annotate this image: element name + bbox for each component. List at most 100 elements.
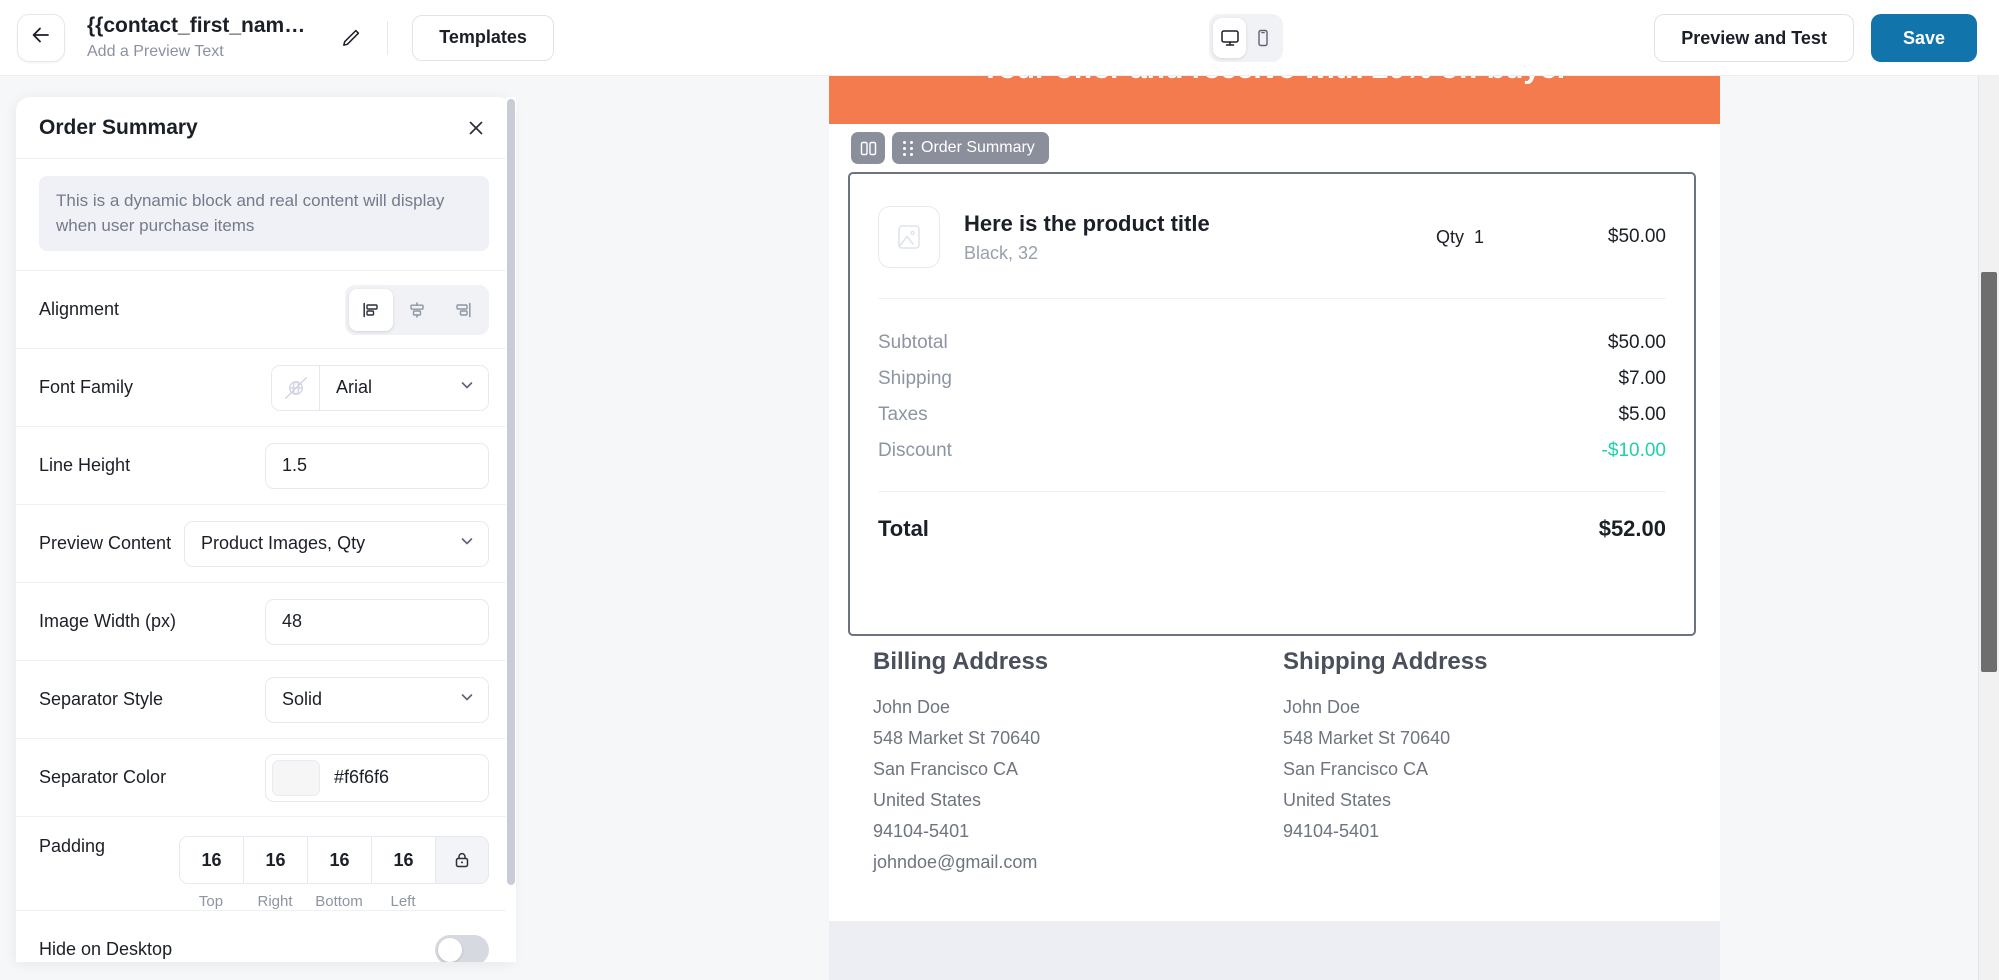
qty-label: Qty (1436, 226, 1465, 247)
page-title: {{contact_first_nam… (87, 13, 306, 37)
color-swatch[interactable] (272, 759, 320, 796)
alignment-label: Alignment (39, 299, 120, 320)
block-label-order-summary[interactable]: Order Summary (892, 132, 1049, 164)
padding-left-caption: Left (390, 893, 416, 911)
order-summary-card[interactable]: Here is the product title Black, 32 Qty … (848, 172, 1696, 636)
total-label: Subtotal (878, 332, 948, 353)
arrow-left-icon (29, 23, 53, 52)
separator-color-label: Separator Color (39, 767, 167, 788)
toolbar-divider (387, 20, 389, 55)
panel-header: Order Summary (16, 97, 512, 159)
total-value: $5.00 (1618, 404, 1666, 425)
padding-cell-right: 16 Right (243, 836, 307, 910)
font-family-value: Arial (336, 377, 373, 398)
grand-total-row: Total $52.00 (878, 492, 1666, 542)
padding-left-input[interactable]: 16 (371, 836, 435, 885)
align-right-icon[interactable] (441, 289, 485, 331)
setting-row-separator-color: Separator Color #f6f6f6 (16, 739, 512, 818)
line-height-input[interactable]: 1.5 (265, 442, 489, 489)
top-toolbar: {{contact_first_nam… Add a Preview Text … (0, 0, 1999, 76)
total-row-subtotal: Subtotal $50.00 (878, 325, 1666, 361)
total-label: Discount (878, 440, 952, 461)
mobile-icon[interactable] (1246, 18, 1279, 58)
setting-row-preview-content: Preview Content Product Images, Qty (16, 505, 512, 584)
email-footer-strip (829, 921, 1720, 980)
total-value: $50.00 (1607, 332, 1666, 353)
alignment-segmented-control (345, 284, 489, 335)
padding-cell-left: 16 Left (371, 836, 435, 910)
preview-content-select[interactable]: Product Images, Qty (184, 520, 489, 567)
shipping-line: 94104-5401 (1283, 820, 1380, 841)
drag-handle-icon[interactable] (903, 140, 913, 156)
billing-line: John Doe (873, 697, 951, 717)
padding-label: Padding (39, 836, 106, 857)
align-center-icon[interactable] (395, 289, 439, 331)
preview-text-placeholder[interactable]: Add a Preview Text (87, 41, 305, 63)
lock-icon[interactable] (435, 836, 489, 885)
shipping-address-column: Shipping Address John Doe 548 Market St … (1283, 648, 1693, 878)
close-icon[interactable] (463, 115, 489, 141)
image-width-input[interactable]: 48 (265, 598, 489, 645)
billing-line: 548 Market St 70640 (873, 727, 1041, 748)
panel-scrollbar-thumb[interactable] (507, 99, 515, 885)
hide-on-desktop-toggle[interactable] (435, 934, 489, 962)
hide-on-desktop-label: Hide on Desktop (39, 939, 173, 960)
billing-line: 94104-5401 (873, 820, 970, 841)
separator-color-control[interactable]: #f6f6f6 (265, 753, 489, 802)
device-preview-switch (1209, 14, 1283, 62)
padding-inputs-group: 16 Top 16 Right 16 Bottom 16 Left (179, 836, 489, 910)
line-height-label: Line Height (39, 455, 131, 476)
pencil-icon[interactable] (337, 24, 365, 52)
total-row-discount: Discount -$10.00 (878, 433, 1666, 469)
align-left-icon[interactable] (349, 288, 393, 331)
save-button[interactable]: Save (1870, 14, 1977, 62)
page-scrollbar-thumb[interactable] (1981, 272, 1997, 672)
product-title: Here is the product title (964, 210, 1210, 236)
separator-style-select[interactable]: Solid (265, 676, 489, 723)
setting-row-image-width: Image Width (px) 48 (16, 583, 512, 662)
shipping-line: 548 Market St 70640 (1283, 727, 1451, 748)
qty-value: 1 (1474, 226, 1485, 247)
globe-disabled-icon (271, 364, 319, 411)
shipping-line: San Francisco CA (1283, 758, 1429, 779)
billing-line: San Francisco CA (873, 758, 1019, 779)
email-banner[interactable]: Your offer and receive with 20% off buye… (829, 76, 1720, 124)
top-actions: Preview and Test Save (1654, 14, 1977, 62)
padding-right-input[interactable]: 16 (243, 836, 307, 885)
columns-icon[interactable] (851, 132, 885, 164)
billing-line: United States (873, 789, 982, 810)
chevron-down-icon (459, 533, 475, 554)
setting-row-alignment: Alignment (16, 271, 512, 350)
setting-row-line-height: Line Height 1.5 (16, 427, 512, 506)
totals-list: Subtotal $50.00 Shipping $7.00 Taxes $5.… (878, 299, 1666, 469)
block-toolbar: Order Summary (851, 132, 1049, 164)
total-row-taxes: Taxes $5.00 (878, 397, 1666, 433)
setting-row-padding: Padding 16 Top 16 Right 16 Bottom 16 Lef… (16, 817, 512, 912)
email-title-block: {{contact_first_nam… Add a Preview Text (87, 13, 305, 63)
grand-total-value: $52.00 (1598, 516, 1666, 541)
total-label: Taxes (878, 404, 928, 425)
preview-content-value: Product Images, Qty (201, 533, 366, 554)
separator-style-label: Separator Style (39, 689, 164, 710)
product-price: $50.00 (1607, 226, 1666, 247)
chevron-down-icon (459, 377, 475, 398)
separator-style-value: Solid (282, 689, 323, 710)
padding-right-caption: Right (257, 893, 293, 911)
setting-row-separator-style: Separator Style Solid (16, 661, 512, 740)
grand-total-label: Total (878, 516, 929, 541)
font-family-select[interactable]: Arial (319, 364, 489, 411)
product-qty: Qty 1 (1436, 227, 1556, 248)
padding-bottom-input[interactable]: 16 (307, 836, 371, 885)
desktop-icon[interactable] (1213, 18, 1246, 58)
preview-and-test-button[interactable]: Preview and Test (1654, 14, 1854, 62)
product-variant: Black, 32 (964, 243, 1039, 264)
block-label-text: Order Summary (921, 139, 1035, 156)
image-placeholder-icon (878, 206, 940, 268)
addresses-section: Billing Address John Doe 548 Market St 7… (873, 648, 1693, 878)
dynamic-block-notice: This is a dynamic block and real content… (39, 176, 489, 252)
templates-button[interactable]: Templates (412, 14, 554, 61)
padding-top-input[interactable]: 16 (179, 836, 243, 885)
separator-color-value: #f6f6f6 (334, 767, 390, 788)
back-button[interactable] (17, 13, 65, 62)
padding-cell-bottom: 16 Bottom (307, 836, 371, 910)
